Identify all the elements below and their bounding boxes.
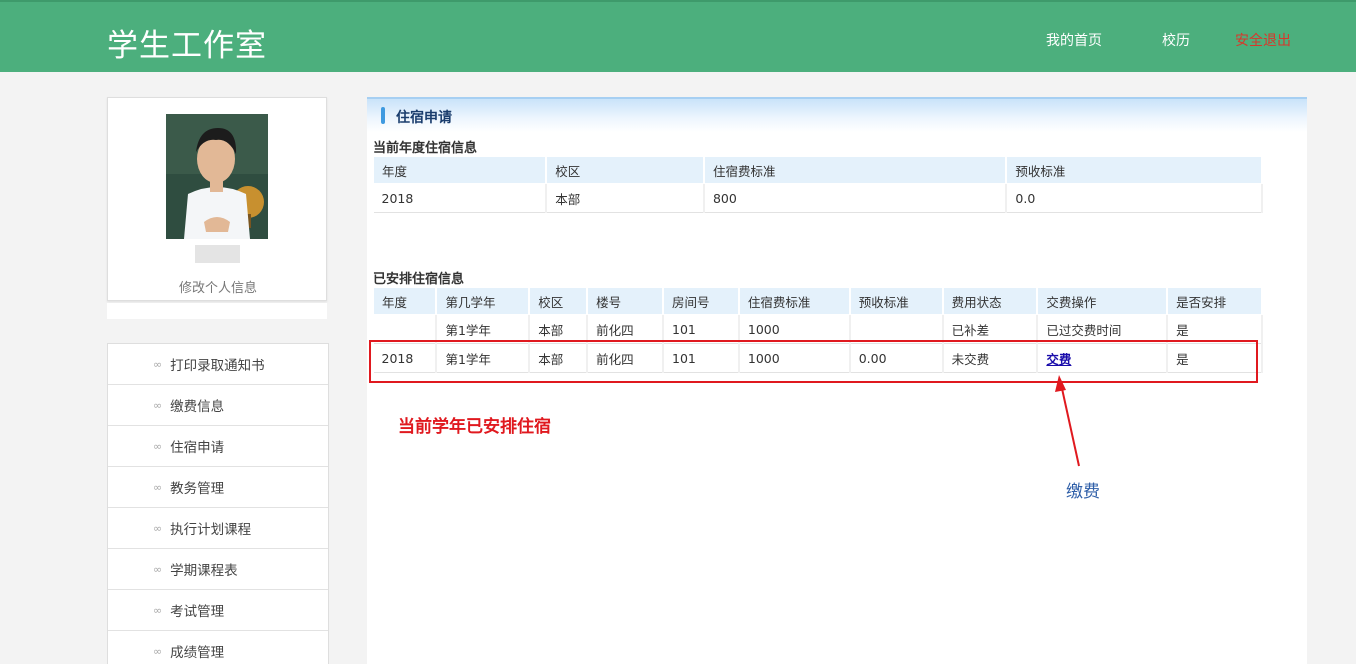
annotation-pay-label: 缴费 — [1066, 482, 1100, 502]
annotation-arrow — [1055, 375, 1080, 467]
